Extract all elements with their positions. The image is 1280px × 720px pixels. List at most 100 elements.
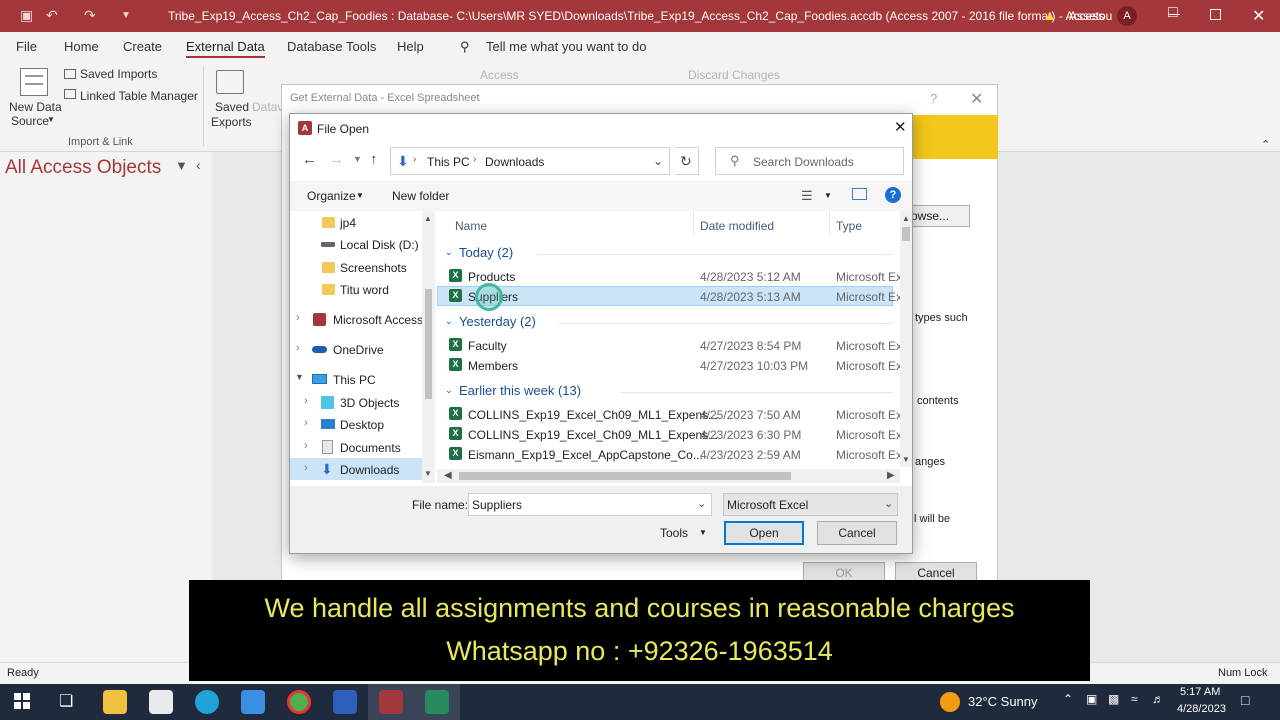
list-item[interactable]: X Products 4/28/2023 5:12 AM Microsoft Ex [437, 266, 902, 286]
windows-start-icon[interactable] [14, 693, 30, 709]
wizard-close-icon[interactable]: ✕ [970, 89, 983, 109]
open-button[interactable]: Open [724, 521, 804, 545]
group-header[interactable]: Today (2) [459, 245, 513, 260]
tree-scrollbar[interactable]: ▲ ▼ [422, 211, 435, 483]
chevron-up-icon[interactable]: ⌃ [1063, 692, 1073, 706]
nav-menu-icon[interactable]: ▼ [175, 158, 188, 173]
list-item[interactable]: X Faculty 4/27/2023 8:54 PM Microsoft Ex [437, 335, 902, 355]
avatar[interactable]: A [1117, 6, 1137, 26]
tree-item-local-disk[interactable]: Local Disk (D:) [290, 233, 430, 255]
up-arrow-icon[interactable]: ↑ [370, 151, 378, 168]
file-type-select[interactable]: Microsoft Excel ⌄ [723, 493, 898, 516]
chevron-down-icon[interactable]: ⌄ [697, 497, 706, 510]
notifications-icon[interactable]: □ [1241, 692, 1249, 708]
user-name[interactable]: Assetou [1069, 9, 1112, 23]
chevron-down-icon[interactable]: ▼ [824, 191, 832, 200]
dialog-close-icon[interactable]: ✕ [894, 118, 907, 136]
tree-item-screenshots[interactable]: Screenshots [290, 256, 430, 278]
tab-database-tools[interactable]: Database Tools [287, 39, 376, 54]
list-item[interactable]: X Eismann_Exp19_Excel_AppCapstone_Co... 4/… [437, 444, 902, 464]
collapse-ribbon-icon[interactable]: ⌃ [1261, 138, 1270, 151]
list-item[interactable]: X COLLINS_Exp19_Excel_Ch09_ML1_Expens... 4… [437, 404, 902, 424]
column-header-type[interactable]: Type [836, 219, 862, 233]
quick-access-dropdown-icon[interactable]: ▼ [121, 10, 131, 21]
chevron-down-icon[interactable]: ▼ [295, 372, 304, 382]
mail-icon[interactable] [241, 690, 265, 714]
tree-scrollbar-thumb[interactable] [425, 289, 432, 399]
help-icon[interactable]: ? [885, 187, 901, 203]
group-collapse-icon[interactable]: ⌄ [445, 316, 453, 327]
chevron-right-icon[interactable]: › [304, 462, 308, 474]
tab-file[interactable]: File [16, 39, 37, 54]
file-explorer-icon[interactable] [103, 690, 127, 714]
chevron-down-icon[interactable]: ▼ [699, 528, 707, 537]
tab-help[interactable]: Help [397, 39, 424, 54]
tree-item-microsoft-access[interactable]: › Microsoft Access [290, 308, 430, 330]
task-view-icon[interactable]: ❏ [59, 691, 73, 711]
chevron-right-icon[interactable]: › [296, 312, 300, 324]
tree-item-desktop[interactable]: › Desktop [290, 413, 430, 435]
ribbon-options-icon[interactable]: □ [1168, 4, 1178, 22]
chevron-right-icon[interactable]: › [296, 342, 300, 354]
new-folder-button[interactable]: New folder [392, 189, 449, 203]
chevron-right-icon[interactable]: › [304, 417, 308, 429]
chevron-right-icon[interactable]: › [304, 440, 308, 452]
edge-icon[interactable] [195, 690, 219, 714]
list-item[interactable]: X Members 4/27/2023 10:03 PM Microsoft Ex [437, 355, 902, 375]
tab-external-data[interactable]: External Data [186, 39, 265, 58]
column-header-name[interactable]: Name [455, 219, 487, 233]
saved-exports-label-1[interactable]: Saved [215, 100, 249, 114]
new-data-source-label-1[interactable]: New Data [9, 100, 62, 114]
refresh-button[interactable]: ↻ [675, 147, 699, 175]
tab-home[interactable]: Home [64, 39, 99, 54]
new-data-source-label-2[interactable]: Source [11, 114, 49, 128]
horizontal-scrollbar[interactable]: ◀ ▶ [437, 469, 900, 483]
access-taskbar-icon[interactable] [379, 690, 403, 714]
file-list-scrollbar[interactable]: ▲ ▼ [900, 211, 912, 467]
linked-table-manager-button[interactable]: Linked Table Manager [80, 89, 198, 103]
back-arrow-icon[interactable]: ← [302, 151, 317, 168]
tree-item-this-pc[interactable]: ▼ This PC [290, 368, 430, 390]
group-collapse-icon[interactable]: ⌄ [445, 247, 453, 258]
sun-weather-icon[interactable] [940, 692, 960, 712]
tell-me-box[interactable]: Tell me what you want to do [486, 39, 646, 54]
close-icon[interactable]: ✕ [1252, 6, 1265, 26]
group-header[interactable]: Earlier this week (13) [459, 383, 581, 398]
view-options-icon[interactable]: ☰ [801, 188, 813, 204]
restore-icon[interactable] [1210, 9, 1221, 20]
saved-exports-icon[interactable] [216, 70, 244, 94]
meet-now-icon[interactable]: ▣ [1086, 692, 1097, 706]
store-icon[interactable] [149, 690, 173, 714]
tab-create[interactable]: Create [123, 39, 162, 54]
file-list-scrollbar-thumb[interactable] [902, 227, 910, 241]
nav-title[interactable]: All Access Objects [5, 157, 161, 179]
file-name-input[interactable]: Suppliers ⌄ [468, 493, 712, 516]
horizontal-scrollbar-thumb[interactable] [459, 472, 791, 480]
search-box[interactable]: ⚲ Search Downloads [715, 147, 904, 175]
clock-time[interactable]: 5:17 AM [1180, 686, 1220, 698]
forward-arrow-icon[interactable]: → [329, 151, 344, 168]
chevron-down-icon[interactable]: ⌄ [884, 497, 893, 510]
group-header[interactable]: Yesterday (2) [459, 314, 536, 329]
list-item[interactable]: X COLLINS_Exp19_Excel_Ch09_ML1_Expens... 4… [437, 424, 902, 444]
address-dropdown-icon[interactable]: ⌄ [653, 154, 663, 168]
clock-date[interactable]: 4/28/2023 [1177, 703, 1226, 715]
help-icon[interactable]: ? [930, 91, 937, 106]
breadcrumb-downloads[interactable]: Downloads [485, 155, 544, 169]
breadcrumb-this-pc[interactable]: This PC [427, 155, 470, 169]
address-bar[interactable]: ⬇ › This PC › Downloads ⌄ [390, 147, 670, 175]
word-icon[interactable] [333, 690, 357, 714]
recorder-icon[interactable] [425, 690, 449, 714]
undo-icon[interactable]: ↶ [46, 7, 58, 24]
network-drive-icon[interactable]: ▩ [1108, 692, 1119, 706]
recent-locations-icon[interactable]: ▼ [353, 154, 362, 164]
organize-button[interactable]: Organize [307, 189, 356, 203]
redo-icon[interactable]: ↷ [84, 7, 96, 24]
column-header-date[interactable]: Date modified [700, 219, 774, 233]
weather-text[interactable]: 32°C Sunny [968, 694, 1038, 709]
tree-item-3d-objects[interactable]: › 3D Objects [290, 391, 430, 413]
volume-icon[interactable]: ♬ [1152, 692, 1164, 706]
cancel-button[interactable]: Cancel [817, 521, 897, 545]
tree-item-downloads[interactable]: › ⬇ Downloads [290, 458, 430, 480]
tree-item-jp4[interactable]: jp4 [290, 211, 430, 233]
